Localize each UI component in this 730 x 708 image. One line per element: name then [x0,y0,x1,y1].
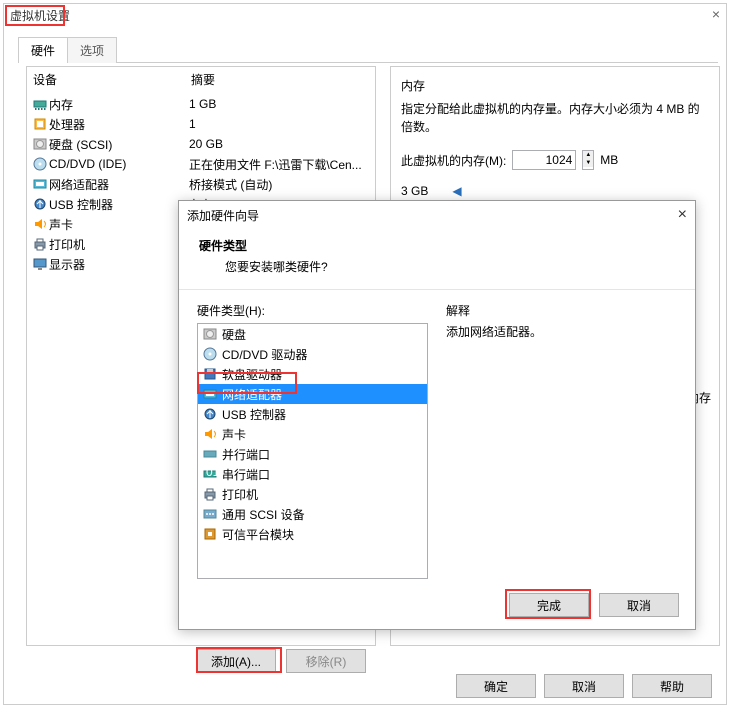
hw-type-item[interactable]: 网络适配器 [198,384,427,404]
hw-row-summary: 20 GB [189,137,371,151]
memory-spinner[interactable]: ▲▼ [582,150,594,170]
close-icon[interactable]: × [712,6,720,22]
hw-row-name: 硬盘 (SCSI) [49,136,189,153]
printer-icon [202,486,218,502]
sound-icon [31,216,49,232]
hw-type-item[interactable]: 可信平台模块 [198,524,427,544]
hw-row-summary: 1 [189,117,371,131]
memory-icon [31,96,49,112]
hw-row-name: 内存 [49,96,189,113]
finish-button[interactable]: 完成 [509,593,589,617]
hw-row[interactable]: 硬盘 (SCSI)20 GB [31,134,371,154]
ok-button[interactable]: 确定 [456,674,536,698]
slider-pointer-icon: ◀ [452,184,461,198]
tab-bar: 硬件 选项 [18,36,718,63]
hw-type-item[interactable]: 软盘驱动器 [198,364,427,384]
hw-row-name: CD/DVD (IDE) [49,157,189,171]
hw-type-item-label: 软盘驱动器 [222,366,282,383]
hw-header: 设备 摘要 [27,67,375,92]
hw-type-item-label: 并行端口 [222,446,270,463]
hw-row[interactable]: CD/DVD (IDE)正在使用文件 F:\迅雷下载\Cen... [31,154,371,174]
wizard-title-bar: 添加硬件向导 × [179,201,695,229]
hw-row-name: 网络适配器 [49,176,189,193]
wizard-subheading: 您要安装哪类硬件? [225,258,675,275]
hw-type-item-label: 硬盘 [222,326,246,343]
net-icon [31,176,49,192]
hw-row-summary: 桥接模式 (自动) [189,176,371,193]
memory-title: 内存 [401,77,709,94]
hw-type-item[interactable]: 并行端口 [198,444,427,464]
add-button[interactable]: 添加(A)... [196,649,276,673]
hw-row-summary: 正在使用文件 F:\迅雷下载\Cen... [189,156,371,173]
hw-type-item[interactable]: 声卡 [198,424,427,444]
hw-type-item[interactable]: USB 控制器 [198,404,427,424]
hw-type-item[interactable]: 通用 SCSI 设备 [198,504,427,524]
wizard-heading: 硬件类型 [199,237,675,254]
usb-icon [31,196,49,212]
hw-row[interactable]: 内存1 GB [31,94,371,114]
hw-type-item[interactable]: CD/DVD 驱动器 [198,344,427,364]
hw-type-item-label: USB 控制器 [222,406,286,423]
display-icon [31,256,49,272]
hw-row-name: 声卡 [49,216,189,233]
memory-desc: 指定分配给此虚拟机的内存量。内存大小必须为 4 MB 的倍数。 [401,100,709,136]
hw-type-listbox[interactable]: 硬盘 CD/DVD 驱动器软盘驱动器网络适配器 USB 控制器声卡并行端口串行端口打… [197,323,428,579]
explain-label: 解释 [446,302,677,319]
wizard-title: 添加硬件向导 [187,207,678,224]
hw-type-item-label: 网络适配器 [222,386,282,403]
tab-options[interactable]: 选项 [67,37,117,63]
hw-row-name: 打印机 [49,236,189,253]
disk-icon [202,326,218,342]
cancel-button[interactable]: 取消 [544,674,624,698]
cd-icon [31,156,49,172]
hw-type-label: 硬件类型(H): [197,302,428,319]
hw-row-summary: 1 GB [189,97,371,111]
dialog-buttons: 确定 取消 帮助 [456,674,712,698]
hw-type-item-label: 可信平台模块 [222,526,294,543]
hw-header-summary: 摘要 [191,71,215,88]
window-title: 虚拟机设置 [10,7,70,24]
wizard-cancel-button[interactable]: 取消 [599,593,679,617]
help-button[interactable]: 帮助 [632,674,712,698]
hw-type-item[interactable]: 串行端口 [198,464,427,484]
add-hardware-wizard: 添加硬件向导 × 硬件类型 您要安装哪类硬件? 硬件类型(H): 硬盘 CD/DV… [178,200,696,630]
hw-row[interactable]: 网络适配器桥接模式 (自动) [31,174,371,194]
hw-type-item-label: 通用 SCSI 设备 [222,506,305,523]
add-remove-bar: 添加(A)... 移除(R) [196,649,366,673]
tab-hardware[interactable]: 硬件 [18,37,68,63]
cd-icon [202,346,218,362]
cpu-icon [31,116,49,132]
hw-row-name: USB 控制器 [49,196,189,213]
serial-icon [202,466,218,482]
wizard-header: 硬件类型 您要安装哪类硬件? [179,229,695,290]
slider-label: 3 GB [401,184,428,198]
hw-type-item-label: CD/DVD 驱动器 [222,346,307,363]
hw-row-name: 处理器 [49,116,189,133]
hw-row-name: 显示器 [49,256,189,273]
hw-type-item-label: 串行端口 [222,466,270,483]
parallel-icon [202,446,218,462]
sound-icon [202,426,218,442]
scsi-icon [202,506,218,522]
floppy-icon [202,366,218,382]
memory-unit: MB [600,153,618,167]
wizard-close-icon[interactable]: × [678,206,687,224]
net-icon [202,386,218,402]
explain-text: 添加网络适配器。 [446,323,677,340]
hw-header-device: 设备 [33,71,191,88]
printer-icon [31,236,49,252]
hw-row[interactable]: 处理器1 [31,114,371,134]
hw-type-item-label: 声卡 [222,426,246,443]
disk-icon [31,136,49,152]
title-bar: 虚拟机设置 × [4,4,726,26]
memory-input[interactable] [512,150,576,170]
memory-label: 此虚拟机的内存(M): [401,152,506,169]
hw-type-item-label: 打印机 [222,486,258,503]
usb-icon [202,406,218,422]
remove-button: 移除(R) [286,649,366,673]
tpm-icon [202,526,218,542]
hw-type-item[interactable]: 打印机 [198,484,427,504]
hw-type-item[interactable]: 硬盘 [198,324,427,344]
